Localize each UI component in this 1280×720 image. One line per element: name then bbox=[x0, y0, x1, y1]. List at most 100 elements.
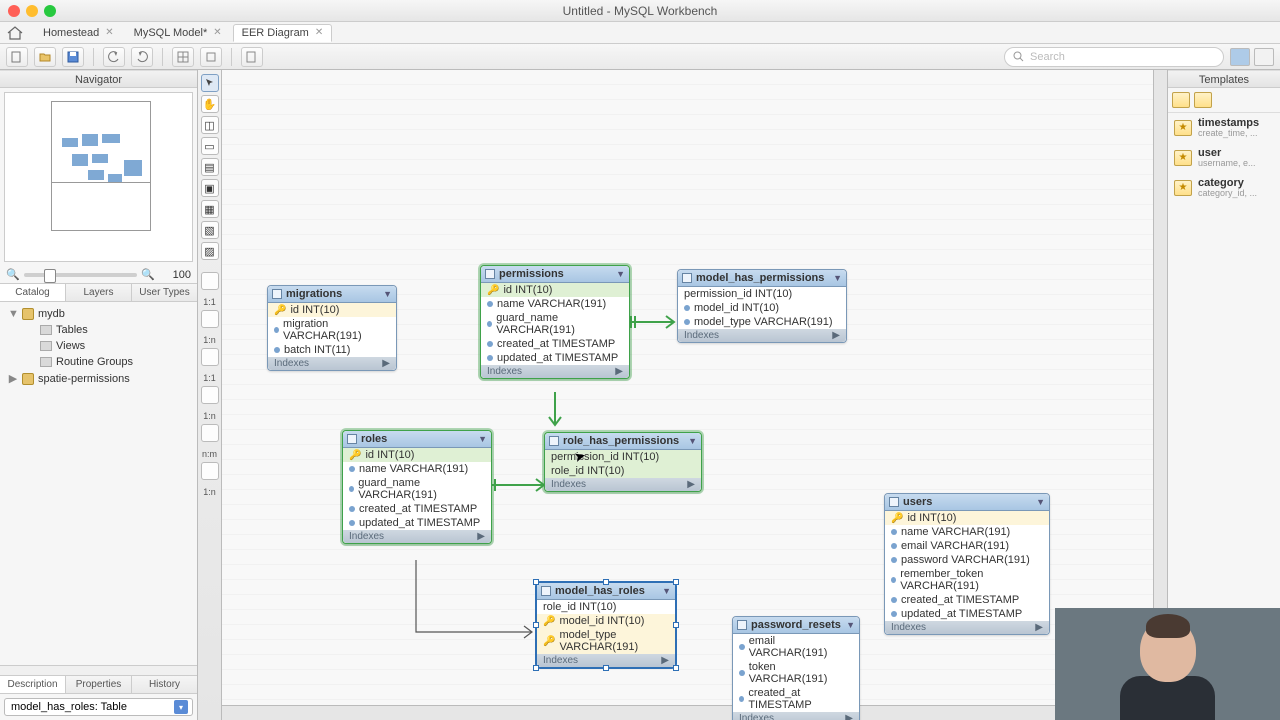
search-input[interactable]: Search bbox=[1004, 47, 1224, 67]
navigator-panel: Navigator 🔍 🔍 100 Catalog Layers User Ty… bbox=[0, 70, 198, 720]
table-users[interactable]: users▼ 🔑id INT(10) name VARCHAR(191) ema… bbox=[884, 493, 1050, 635]
close-icon[interactable]: ✕ bbox=[213, 27, 221, 38]
table-role-has-permissions[interactable]: role_has_permissions▼ permission_id INT(… bbox=[544, 432, 702, 492]
template-item-timestamps[interactable]: ★ timestampscreate_time, ... bbox=[1168, 113, 1280, 143]
table-model-has-roles[interactable]: model_has_roles▼ role_id INT(10) 🔑model_… bbox=[536, 582, 676, 668]
close-icon[interactable]: ✕ bbox=[105, 27, 113, 38]
subtab-properties[interactable]: Properties bbox=[66, 676, 132, 693]
grid-toggle-button[interactable] bbox=[172, 47, 194, 67]
database-icon bbox=[22, 373, 34, 385]
key-icon: 🔑 bbox=[349, 450, 361, 461]
zoom-window-button[interactable] bbox=[44, 5, 56, 17]
rel-1-n-id-tool[interactable] bbox=[201, 386, 219, 404]
toggle-right-panel-button[interactable] bbox=[1254, 48, 1274, 66]
search-icon bbox=[1013, 51, 1024, 62]
catalog-tree[interactable]: ▼mydb Tables Views Routine Groups ▶spati… bbox=[0, 302, 197, 391]
main-toolbar: Search bbox=[0, 44, 1280, 70]
diagram-canvas[interactable]: migrations▼ 🔑id INT(10) migration VARCHA… bbox=[222, 70, 1168, 720]
subtab-catalog[interactable]: Catalog bbox=[0, 284, 66, 301]
rel-1-n-nonid-tool[interactable] bbox=[201, 310, 219, 328]
undo-button[interactable] bbox=[103, 47, 125, 67]
table-icon bbox=[682, 273, 692, 283]
tab-homestead[interactable]: Homestead✕ bbox=[34, 24, 123, 42]
align-toggle-button[interactable] bbox=[200, 47, 222, 67]
zoom-in-icon[interactable]: 🔍 bbox=[141, 268, 155, 281]
collapse-icon[interactable]: ▼ bbox=[662, 586, 671, 596]
rel-1-1-nonid-tool[interactable] bbox=[201, 272, 219, 290]
table-icon bbox=[485, 269, 495, 279]
subtab-history[interactable]: History bbox=[132, 676, 197, 693]
pointer-tool[interactable] bbox=[201, 74, 219, 92]
collapse-icon[interactable]: ▼ bbox=[616, 269, 625, 279]
zoom-slider[interactable] bbox=[24, 273, 138, 277]
template-icon: ★ bbox=[1174, 120, 1192, 136]
table-icon bbox=[549, 436, 559, 446]
minimize-window-button[interactable] bbox=[26, 5, 38, 17]
document-tabbar: Homestead✕ MySQL Model*✕ EER Diagram✕ bbox=[0, 22, 1280, 44]
table-password-resets[interactable]: password_resets▼ email VARCHAR(191) toke… bbox=[732, 616, 860, 720]
tab-eer-diagram[interactable]: EER Diagram✕ bbox=[233, 24, 333, 42]
folder-icon bbox=[40, 341, 52, 351]
vertical-toolstrip: ✋ ◫ ▭ ▤ ▣ ▦ ▧ ▨ 1:1 1:n 1:1 1:n n:m 1:n bbox=[198, 70, 222, 720]
close-icon[interactable]: ✕ bbox=[315, 27, 323, 38]
zoom-out-icon[interactable]: 🔍 bbox=[6, 268, 20, 281]
image-tool[interactable]: ▣ bbox=[201, 179, 219, 197]
table-model-has-permissions[interactable]: model_has_permissions▼ permission_id INT… bbox=[677, 269, 847, 343]
collapse-icon[interactable]: ▼ bbox=[833, 273, 842, 283]
key-icon: 🔑 bbox=[543, 616, 555, 627]
table-roles[interactable]: roles▼ 🔑id INT(10) name VARCHAR(191) gua… bbox=[342, 430, 492, 544]
template-icon: ★ bbox=[1174, 150, 1192, 166]
navigator-scrollbar[interactable] bbox=[0, 665, 197, 675]
table-icon bbox=[272, 289, 282, 299]
layer-tool[interactable]: ▭ bbox=[201, 137, 219, 155]
key-icon: 🔑 bbox=[487, 285, 499, 296]
table-permissions[interactable]: permissions▼ 🔑id INT(10) name VARCHAR(19… bbox=[480, 265, 630, 379]
new-file-button[interactable] bbox=[6, 47, 28, 67]
rel-n-m-tool[interactable] bbox=[201, 424, 219, 442]
rel-1-1-id-tool[interactable] bbox=[201, 348, 219, 366]
table-migrations[interactable]: migrations▼ 🔑id INT(10) migration VARCHA… bbox=[267, 285, 397, 371]
key-icon: 🔑 bbox=[274, 305, 286, 316]
table-icon bbox=[889, 497, 899, 507]
table-tool[interactable]: ▦ bbox=[201, 200, 219, 218]
collapse-icon[interactable]: ▼ bbox=[1036, 497, 1045, 507]
collapse-icon[interactable]: ▼ bbox=[846, 620, 855, 630]
navigator-minimap[interactable] bbox=[4, 92, 193, 262]
tab-mysql-model[interactable]: MySQL Model*✕ bbox=[125, 24, 231, 42]
zoom-control: 🔍 🔍 100 bbox=[0, 266, 197, 284]
toggle-left-panel-button[interactable] bbox=[1230, 48, 1250, 66]
collapse-icon[interactable]: ▼ bbox=[688, 436, 697, 446]
dropdown-icon[interactable]: ▾ bbox=[174, 700, 188, 714]
subtab-user-types[interactable]: User Types bbox=[132, 284, 197, 301]
note-tool[interactable]: ▤ bbox=[201, 158, 219, 176]
subtab-description[interactable]: Description bbox=[0, 676, 66, 693]
template-apply-icon[interactable] bbox=[1194, 92, 1212, 108]
window-titlebar: Untitled - MySQL Workbench bbox=[0, 0, 1280, 22]
rel-label: n:m bbox=[202, 449, 217, 459]
template-item-user[interactable]: ★ userusername, e... bbox=[1168, 143, 1280, 173]
home-icon[interactable] bbox=[4, 24, 26, 42]
rel-label: 1:1 bbox=[203, 373, 216, 383]
save-button[interactable] bbox=[62, 47, 84, 67]
view-tool[interactable]: ▧ bbox=[201, 221, 219, 239]
folder-icon bbox=[40, 325, 52, 335]
collapse-icon[interactable]: ▼ bbox=[478, 434, 487, 444]
hand-tool[interactable]: ✋ bbox=[201, 95, 219, 113]
window-title: Untitled - MySQL Workbench bbox=[563, 4, 718, 18]
template-new-icon[interactable] bbox=[1172, 92, 1190, 108]
rel-existing-tool[interactable] bbox=[201, 462, 219, 480]
key-icon: 🔑 bbox=[543, 636, 555, 647]
templates-title: Templates bbox=[1168, 70, 1280, 88]
eraser-tool[interactable]: ◫ bbox=[201, 116, 219, 134]
routine-tool[interactable]: ▨ bbox=[201, 242, 219, 260]
close-window-button[interactable] bbox=[8, 5, 20, 17]
subtab-layers[interactable]: Layers bbox=[66, 284, 132, 301]
open-file-button[interactable] bbox=[34, 47, 56, 67]
template-item-category[interactable]: ★ categorycategory_id, ... bbox=[1168, 173, 1280, 203]
collapse-icon[interactable]: ▼ bbox=[383, 289, 392, 299]
table-icon bbox=[347, 434, 357, 444]
export-button[interactable] bbox=[241, 47, 263, 67]
object-lookup-field[interactable]: ▾ bbox=[4, 698, 193, 716]
redo-button[interactable] bbox=[131, 47, 153, 67]
table-icon bbox=[541, 586, 551, 596]
